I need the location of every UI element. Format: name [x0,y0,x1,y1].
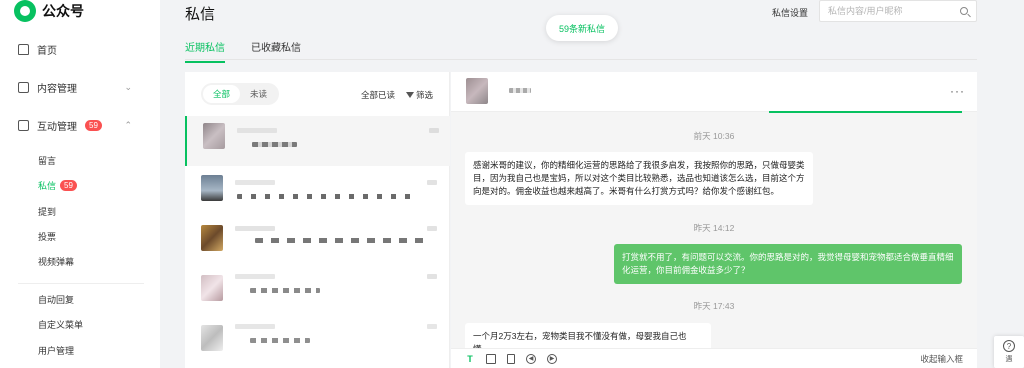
sidebar-subitem-label: 留言 [38,156,57,166]
avatar [201,175,223,201]
blurred-preview [250,288,320,293]
image-icon[interactable] [486,353,496,364]
help-label: 遇 [1005,356,1013,363]
blurred-name [235,274,275,279]
sidebar-item-label: 互动管理 [37,122,77,133]
search-icon[interactable] [960,7,968,15]
unread-badge: 59 [60,180,77,191]
chat-header: ··· [451,72,977,113]
message-settings-link[interactable]: 私信设置 [772,6,808,19]
new-messages-pill[interactable]: 59条新私信 [546,15,618,41]
avatar [201,275,223,301]
conversation-item[interactable] [185,268,450,318]
sidebar-item-interaction[interactable]: 互动管理 59 ⌃ [18,118,132,133]
blurred-name [235,226,275,231]
search-input[interactable] [828,6,960,16]
sidebar-item-user-management[interactable]: 用户管理 [38,344,74,357]
chat-panel: ··· 前天 10:36 感谢米哥的建议，你的精细化运营的思路给了我很多启发，我… [451,72,977,368]
filter-button[interactable]: 筛选 [406,89,433,101]
blurred-time [429,128,439,133]
blurred-name [235,180,275,185]
sidebar-item-content[interactable]: 内容管理 ⌄ [18,80,132,95]
collapse-input-button[interactable]: 收起输入框 [920,353,963,365]
file-icon[interactable] [507,353,515,364]
text-icon[interactable]: T [465,354,475,364]
sidebar-subitem-label: 视频弹幕 [38,257,75,267]
app-name: 公众号 [42,3,84,19]
sidebar-divider [18,283,144,284]
blurred-preview [237,194,417,199]
blurred-preview [252,142,297,147]
help-widget[interactable]: ? 遇 [994,336,1024,368]
filter-all-button[interactable]: 全部 [203,85,240,103]
conversation-list: 全部 未读 全部已读 筛选 [185,72,450,368]
outgoing-message: 打赏就不用了，有问题可以交流。你的思路是对的，我觉得母婴和宠物都适合做垂直精细化… [614,244,962,284]
filter-label: 筛选 [416,90,434,100]
read-filter-toggle: 全部 未读 [201,83,279,105]
app-logo[interactable]: 公众号 [14,0,84,22]
conversation-item[interactable] [185,116,450,166]
conversation-item[interactable] [185,218,450,268]
chat-icon [18,120,29,131]
blurred-time [427,274,437,279]
input-toolbar: T ◀ ▶ 收起输入框 [451,348,977,368]
sidebar-item-custom-menu[interactable]: 自定义菜单 [38,318,83,331]
blurred-name [237,128,277,133]
home-icon [18,44,29,55]
conversation-item[interactable] [185,318,450,368]
video-icon[interactable]: ▶ [547,353,557,364]
sidebar-item-label: 首页 [37,46,57,57]
contact-avatar[interactable] [466,78,488,104]
chevron-down-icon: ⌄ [124,82,132,92]
sidebar-subitem-label: 提到 [38,207,57,217]
avatar [203,123,225,149]
sidebar-subitem-label: 投票 [38,232,57,242]
avatar [201,225,223,251]
sidebar-subitem-mentions[interactable]: 提到 [38,205,56,218]
blurred-time [427,324,437,329]
mark-all-read-button[interactable]: 全部已读 [361,89,395,101]
sidebar-item-auto-reply[interactable]: 自动回复 [38,293,74,306]
message-timestamp: 昨天 14:12 [693,223,735,233]
blurred-preview [255,238,425,243]
blurred-contact-name [509,88,531,93]
blurred-time [427,180,437,185]
sidebar-item-label: 内容管理 [37,84,77,95]
page-title: 私信 [185,6,216,23]
audio-icon[interactable]: ◀ [526,353,536,364]
sidebar-subitem-messages[interactable]: 私信 59 [38,179,77,192]
help-icon: ? [1003,340,1015,352]
sidebar-subitem-comments[interactable]: 留言 [38,154,56,167]
sidebar-item-home[interactable]: 首页 [18,42,128,57]
blurred-time [427,226,437,231]
document-icon [18,82,29,93]
more-icon[interactable]: ··· [950,84,965,98]
message-timestamp: 前天 10:36 [693,131,735,141]
chevron-up-icon: ⌃ [124,120,132,130]
blurred-name [235,324,275,329]
conversation-item[interactable] [185,168,450,218]
logo-icon [14,0,36,22]
sidebar-item-label: 自动回复 [38,295,75,305]
sidebar-subitem-polls[interactable]: 投票 [38,230,56,243]
incoming-message: 感谢米哥的建议，你的精细化运营的思路给了我很多启发，我按照你的思路，只做母婴类目… [465,152,813,205]
highlight-strip [769,111,962,113]
sidebar-subitem-label: 私信 [38,181,57,191]
search-box [819,0,977,22]
sidebar-item-label: 自定义菜单 [38,320,84,330]
sidebar-subitem-danmaku[interactable]: 视频弹幕 [38,255,74,268]
sidebar: 公众号 首页 内容管理 ⌄ 互动管理 59 ⌃ 留言 私信 59 提到 投票 视… [0,0,160,368]
avatar [201,325,223,351]
filter-icon [406,92,414,98]
message-timestamp: 昨天 17:43 [693,301,735,311]
unread-badge: 59 [85,120,102,131]
sidebar-item-label: 用户管理 [38,346,75,356]
blurred-preview [250,338,310,343]
tabs-divider [185,59,977,60]
filter-unread-button[interactable]: 未读 [240,85,277,103]
